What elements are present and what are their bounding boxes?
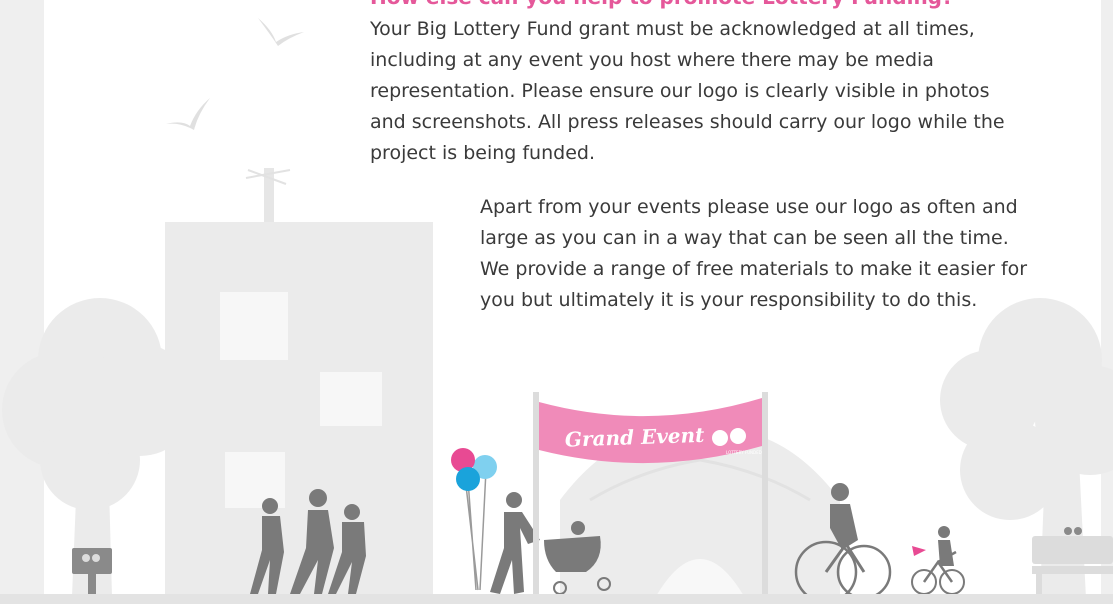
apartment-building (165, 168, 433, 598)
banner-pole-right (762, 392, 768, 598)
promotion-paragraph-2: Apart from your events please use our lo… (480, 196, 1028, 311)
balloons (451, 448, 497, 591)
ground-strip (0, 594, 1113, 604)
banner-text: Grand Event (565, 423, 706, 452)
section-heading: How else can you help to promote Lottery… (370, 0, 954, 8)
bird-icon (166, 98, 210, 130)
grand-event-banner: Grand Event LOTTERY FUNDED (539, 398, 762, 464)
building-window (220, 292, 288, 360)
banner-pole-left (533, 392, 539, 598)
child-bike-silhouette (911, 526, 965, 595)
bird-icon (258, 18, 304, 46)
flag-icon (912, 546, 926, 556)
building-window (320, 372, 382, 426)
promotion-paragraph-1: Your Big Lottery Fund grant must be ackn… (370, 18, 1005, 164)
building-window (225, 452, 285, 508)
lottery-logo-icon (712, 430, 728, 446)
banner-logo-caption: LOTTERY FUNDED (726, 450, 762, 455)
